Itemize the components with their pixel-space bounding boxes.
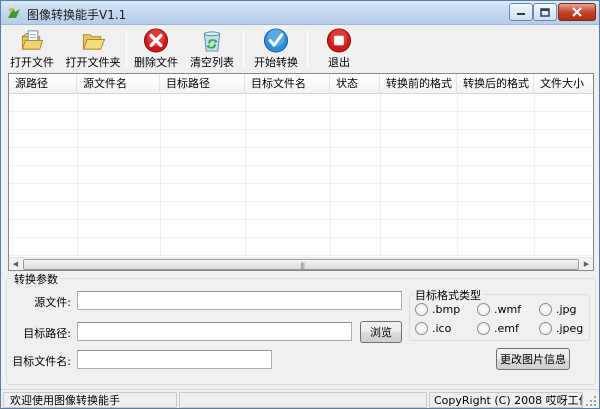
- close-window-button[interactable]: [558, 3, 596, 21]
- source-file-input[interactable]: [77, 291, 402, 310]
- format-radio-wmf[interactable]: .wmf: [477, 303, 521, 316]
- exit-button[interactable]: 退出: [316, 28, 362, 70]
- conversion-params-label: 转换参数: [12, 271, 60, 287]
- toolbar: 打开文件 打开文件夹 删除文件 清空列表 开始转换 退出: [1, 26, 599, 72]
- radio-circle[interactable]: [539, 322, 552, 335]
- browse-button[interactable]: 浏览: [360, 321, 402, 343]
- toolbar-separator: [126, 30, 127, 68]
- format-option-label: .emf: [494, 322, 519, 335]
- column-header-target-path[interactable]: 目标路径: [160, 74, 245, 94]
- delete-file-label: 删除文件: [134, 56, 178, 69]
- open-folder-label: 打开文件夹: [65, 56, 121, 69]
- main-window: 图像转换能手V1.1 打开文件 打开文件夹 删除文件 清空列表 开始转换 退出 …: [0, 0, 600, 409]
- file-list[interactable]: 源路径 源文件名 目标路径 目标文件名 状态 转换前的格式 转换后的格式 文件大…: [8, 73, 594, 271]
- maximize-icon: [540, 7, 550, 17]
- change-image-info-button[interactable]: 更改图片信息: [496, 348, 570, 370]
- format-option-label: .wmf: [494, 303, 522, 316]
- title-bar: 图像转换能手V1.1: [1, 1, 599, 25]
- checkmark-icon: [263, 28, 289, 53]
- delete-file-button[interactable]: 删除文件: [133, 28, 179, 70]
- column-header-source-filename[interactable]: 源文件名: [77, 74, 160, 94]
- recycle-bin-icon: [203, 31, 221, 52]
- grip-icon: |||: [300, 262, 305, 270]
- format-option-label: .bmp: [432, 303, 461, 316]
- close-icon: [572, 7, 582, 17]
- minimize-button[interactable]: [509, 3, 533, 21]
- target-filename-label: 目标文件名:: [12, 355, 71, 368]
- format-option-label: .ico: [432, 322, 452, 335]
- radio-circle[interactable]: [477, 322, 490, 335]
- toolbar-separator: [243, 30, 244, 68]
- radio-circle[interactable]: [477, 303, 490, 316]
- scroll-left-icon[interactable]: ◀: [9, 258, 22, 271]
- toolbar-separator: [307, 30, 308, 68]
- format-radio-jpg[interactable]: .jpg: [539, 303, 577, 316]
- list-header: 源路径 源文件名 目标路径 目标文件名 状态 转换前的格式 转换后的格式 文件大…: [9, 74, 593, 94]
- radio-circle[interactable]: [539, 303, 552, 316]
- column-header-status[interactable]: 状态: [330, 74, 380, 94]
- target-format-label: 目标格式类型: [413, 287, 483, 303]
- stop-icon: [326, 28, 352, 53]
- open-file-button[interactable]: 打开文件: [9, 28, 55, 70]
- radio-circle[interactable]: [415, 322, 428, 335]
- format-radio-ico[interactable]: .ico: [415, 322, 451, 335]
- format-radio-bmp[interactable]: .bmp: [415, 303, 460, 316]
- browse-label: 浏览: [370, 326, 392, 339]
- window-title: 图像转换能手V1.1: [27, 8, 127, 22]
- open-folder-icon: [82, 34, 106, 50]
- target-path-label: 目标路径:: [23, 327, 71, 340]
- clear-list-button[interactable]: 清空列表: [189, 28, 235, 70]
- maximize-button[interactable]: [533, 3, 557, 21]
- format-radio-emf[interactable]: .emf: [477, 322, 519, 335]
- minimize-icon: [517, 13, 525, 15]
- target-path-input[interactable]: [77, 322, 352, 341]
- open-file-label: 打开文件: [10, 56, 54, 69]
- change-image-info-label: 更改图片信息: [500, 353, 566, 366]
- target-filename-input[interactable]: [77, 350, 272, 369]
- status-copyright-text: CopyRight (C) 2008 哎呀工作室: [429, 392, 583, 408]
- scroll-right-icon[interactable]: ▶: [580, 258, 593, 271]
- format-option-label: .jpg: [556, 303, 577, 316]
- open-folder-button[interactable]: 打开文件夹: [64, 28, 122, 70]
- source-file-label: 源文件:: [34, 296, 71, 309]
- start-convert-label: 开始转换: [254, 56, 298, 69]
- status-bar: 欢迎使用图像转换能手 CopyRight (C) 2008 哎呀工作室: [1, 389, 599, 408]
- clear-list-label: 清空列表: [190, 56, 234, 69]
- scrollbar-thumb[interactable]: |||: [23, 259, 579, 270]
- column-header-format-before[interactable]: 转换前的格式: [380, 74, 457, 94]
- column-header-format-after[interactable]: 转换后的格式: [457, 74, 534, 94]
- status-empty-pane: [179, 392, 427, 408]
- delete-icon: [143, 28, 169, 53]
- app-logo-icon: [7, 6, 21, 20]
- status-welcome-text: 欢迎使用图像转换能手: [3, 392, 177, 408]
- column-header-file-size[interactable]: 文件大小: [534, 74, 593, 94]
- open-file-icon: [20, 30, 44, 50]
- exit-label: 退出: [328, 56, 350, 69]
- list-body: [9, 94, 593, 256]
- radio-circle[interactable]: [415, 303, 428, 316]
- column-header-source-path[interactable]: 源路径: [9, 74, 77, 94]
- format-radio-jpeg[interactable]: .jpeg: [539, 322, 583, 335]
- start-convert-button[interactable]: 开始转换: [253, 28, 299, 70]
- column-header-target-filename[interactable]: 目标文件名: [245, 74, 330, 94]
- format-option-label: .jpeg: [556, 322, 584, 335]
- resize-grip-icon[interactable]: [585, 395, 597, 407]
- horizontal-scrollbar[interactable]: ◀ ||| ▶: [9, 257, 593, 270]
